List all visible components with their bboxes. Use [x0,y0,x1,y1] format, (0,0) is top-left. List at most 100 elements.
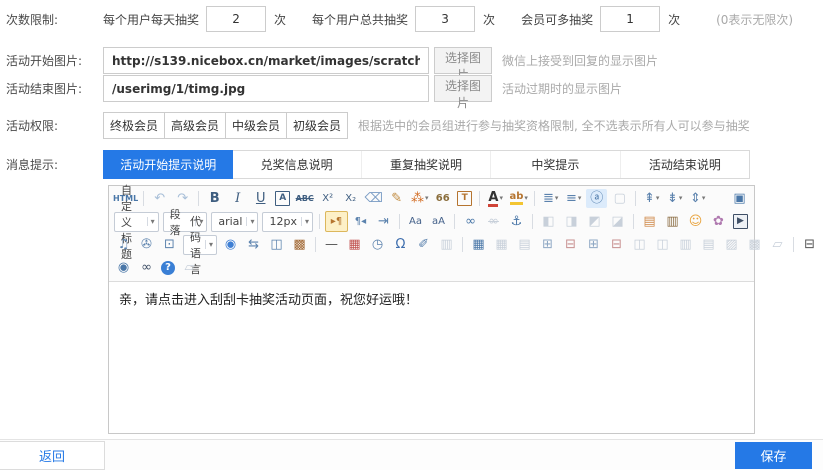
member-option-2[interactable]: 中级会员 [225,112,287,139]
highlight-color-icon[interactable]: ab▾ [508,189,529,208]
paragraph-before-spacing-icon[interactable]: ⇞▾ [641,189,662,208]
undo-icon[interactable]: ↶ [149,189,170,208]
music-icon[interactable]: ♫ [113,235,134,254]
video-icon[interactable]: ▶ [733,214,748,229]
paste-template-icon[interactable]: T [457,191,472,206]
image-manager-icon[interactable]: ▥ [662,212,683,231]
chevron-down-icon: ▾ [702,195,706,202]
limit-input-0[interactable] [206,6,266,32]
start-image-input[interactable] [103,47,429,74]
pagebreak-icon[interactable]: ⇆ [243,235,264,254]
custom-title-select[interactable]: 自定义标题▾ [114,212,159,232]
rtl-icon[interactable]: ¶◂ [350,212,371,231]
chevron-down-icon: ▾ [656,195,660,202]
limit-field-label-1: 每个用户总共抽奖 [312,11,408,28]
auto-format-icon[interactable]: ⓐ [586,189,607,208]
insert-table-icon[interactable]: ▦ [468,235,489,254]
split-cols-icon: ▤ [698,235,719,254]
emoticon-icon[interactable]: ☺ [685,212,706,231]
image-float-right-icon: ◩ [584,212,605,231]
message-tabs-bar: 活动开始提示说明兑奖信息说明重复抽奖说明中奖提示活动结束说明 [103,150,750,179]
member-option-3[interactable]: 初级会员 [286,112,348,139]
insert-row-icon[interactable]: ⊞ [537,235,558,254]
auto-typeset-icon[interactable]: ⁂▾ [409,189,430,208]
toolbar-separator [479,191,480,206]
insert-frame-icon[interactable]: ⊡ [159,235,180,254]
end-image-input[interactable] [103,75,429,102]
link-icon[interactable]: ∞ [460,212,481,231]
remove-format-icon[interactable]: ⌫ [363,189,384,208]
start-image-pick-button[interactable]: 选择图片 [434,47,492,74]
horizontal-rule-icon[interactable]: — [321,235,342,254]
end-image-pick-button[interactable]: 选择图片 [434,75,492,102]
ordered-list-icon[interactable]: ≣▾ [540,189,561,208]
find-replace-icon[interactable]: ∞ [136,258,157,277]
tab-redeem-info[interactable]: 兑奖信息说明 [232,151,361,178]
insert-image-icon[interactable]: ▤ [639,212,660,231]
end-image-hint: 活动过期时的显示图片 [502,80,622,97]
member-option-0[interactable]: 终极会员 [103,112,165,139]
italic-icon[interactable]: I [227,189,248,208]
indent-icon[interactable]: ⇥ [373,212,394,231]
toolbar-row-3: ♫✇⊡代码语言▾◉⇆◫▩—▦◷Ω✐▥▦▦▤⊞⊟⊞⊟◫◫▥▤▨▩▱⊟ [112,233,751,256]
superscript-icon[interactable]: X² [317,189,338,208]
toolbar-separator [462,237,463,252]
subscript-icon[interactable]: X₂ [340,189,361,208]
save-button[interactable]: 保存 [735,442,812,469]
snapshot-icon[interactable]: ▩ [289,235,310,254]
lowercase-icon[interactable]: aA [428,212,449,231]
font-color-icon[interactable]: A▾ [485,189,506,208]
template-icon[interactable]: ◫ [266,235,287,254]
toolbar-separator [532,214,533,229]
fullscreen-icon[interactable]: ▣ [729,189,750,208]
scrawl-icon[interactable]: ✿ [708,212,729,231]
editor-content[interactable]: 亲，请点击进入刮刮卡抽奖活动页面，祝您好运哦！ [109,282,754,433]
blockquote-icon[interactable]: 66 [432,189,453,208]
uppercase-icon[interactable]: Aa [405,212,426,231]
back-button[interactable]: 返回 [0,441,105,470]
preview-icon[interactable]: ◉ [113,258,134,277]
anchor-icon[interactable]: ⚓ [506,212,527,231]
limit-input-1[interactable] [415,6,475,32]
tab-repeat-draw[interactable]: 重复抽奖说明 [362,151,491,178]
ltr-icon[interactable]: ▸¶ [325,211,348,232]
tab-win-tip[interactable]: 中奖提示 [491,151,620,178]
permission-row: 活动权限: 终极会员高级会员中级会员初级会员 根据选中的会员组进行参与抽奖资格限… [0,112,750,139]
attachment-icon[interactable]: ✇ [136,235,157,254]
line-spacing-icon[interactable]: ⇕▾ [687,189,708,208]
member-group: 终极会员高级会员中级会员初级会员 [103,112,348,139]
delete-col-icon[interactable]: ⊟ [606,235,627,254]
member-option-1[interactable]: 高级会员 [164,112,226,139]
font-family-select[interactable]: arial▾ [211,212,258,232]
toolbar-separator [534,191,535,206]
toolbar-row-1: HTML↶↷BIUAABCX²X₂⌫✎⁂▾66TA▾ab▾≣▾≡▾ⓐ▢⇞▾⇟▾⇕… [112,187,751,210]
font-size-select[interactable]: 12px▾ [262,212,313,232]
toolbar-separator [633,214,634,229]
underline-icon[interactable]: U [250,189,271,208]
code-language-select[interactable]: 代码语言▾ [183,235,217,255]
format-brush-icon[interactable]: ✎ [386,189,407,208]
tab-activity-start-tip[interactable]: 活动开始提示说明 [103,150,233,179]
strikethrough-icon[interactable]: ABC [294,189,315,208]
help-icon[interactable]: ? [161,261,175,275]
insert-col-icon[interactable]: ⊞ [583,235,604,254]
unordered-list-icon[interactable]: ≡▾ [563,189,584,208]
image-inline-icon: ◪ [607,212,628,231]
print-icon[interactable]: ⊟ [799,235,820,254]
edit-doc-icon[interactable]: ✐ [413,235,434,254]
bold-icon[interactable]: B [204,189,225,208]
map-icon[interactable]: ◉ [220,235,241,254]
paragraph-after-spacing-icon[interactable]: ⇟▾ [664,189,685,208]
font-border-icon[interactable]: A [275,191,290,206]
date-icon[interactable]: ▦ [344,235,365,254]
delete-row-icon[interactable]: ⊟ [560,235,581,254]
time-icon[interactable]: ◷ [367,235,388,254]
special-char-icon[interactable]: Ω [390,235,411,254]
end-image-label: 活动结束图片: [0,80,103,97]
limit-input-2[interactable] [600,6,660,32]
start-image-row: 活动开始图片: 选择图片 微信上接受到回复的显示图片 [0,47,658,74]
toolbar-separator [143,191,144,206]
toolbar-separator [635,191,636,206]
tab-activity-end[interactable]: 活动结束说明 [621,151,749,178]
chevron-down-icon: ▾ [301,217,309,226]
